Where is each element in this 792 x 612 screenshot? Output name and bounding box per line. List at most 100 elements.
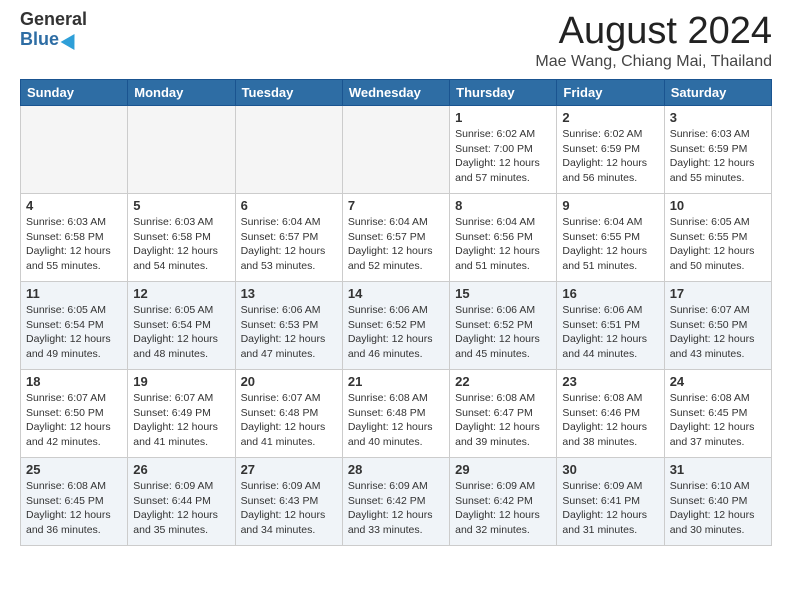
day-info: Sunrise: 6:10 AMSunset: 6:40 PMDaylight:… <box>670 479 766 538</box>
calendar-day: 23 Sunrise: 6:08 AMSunset: 6:46 PMDayligh… <box>557 370 664 458</box>
day-info: Sunrise: 6:08 AMSunset: 6:48 PMDaylight:… <box>348 391 444 450</box>
day-info: Sunrise: 6:03 AMSunset: 6:58 PMDaylight:… <box>133 215 229 274</box>
day-number: 17 <box>670 286 766 301</box>
day-number: 9 <box>562 198 658 213</box>
calendar-day: 7 Sunrise: 6:04 AMSunset: 6:57 PMDaylight… <box>342 194 449 282</box>
calendar-week-5: 25Sunrise: 6:08 AMSunset: 6:45 PMDayligh… <box>21 458 772 546</box>
day-number: 27 <box>241 462 337 477</box>
day-number: 11 <box>26 286 122 301</box>
calendar-day: 28Sunrise: 6:09 AMSunset: 6:42 PMDayligh… <box>342 458 449 546</box>
day-info: Sunrise: 6:06 AMSunset: 6:51 PMDaylight:… <box>562 303 658 362</box>
calendar-day: 13 Sunrise: 6:06 AMSunset: 6:53 PMDayligh… <box>235 282 342 370</box>
day-number: 14 <box>348 286 444 301</box>
calendar-day: 12 Sunrise: 6:05 AMSunset: 6:54 PMDayligh… <box>128 282 235 370</box>
day-info: Sunrise: 6:04 AMSunset: 6:57 PMDaylight:… <box>241 215 337 274</box>
calendar-day: 1 Sunrise: 6:02 AMSunset: 7:00 PMDaylight… <box>450 106 557 194</box>
calendar-day: 5 Sunrise: 6:03 AMSunset: 6:58 PMDaylight… <box>128 194 235 282</box>
day-info: Sunrise: 6:05 AMSunset: 6:55 PMDaylight:… <box>670 215 766 274</box>
calendar-day <box>235 106 342 194</box>
calendar-day: 18 Sunrise: 6:07 AMSunset: 6:50 PMDayligh… <box>21 370 128 458</box>
day-info: Sunrise: 6:07 AMSunset: 6:49 PMDaylight:… <box>133 391 229 450</box>
day-number: 23 <box>562 374 658 389</box>
calendar-header-sunday: Sunday <box>21 80 128 106</box>
calendar-day: 31 Sunrise: 6:10 AMSunset: 6:40 PMDayligh… <box>664 458 771 546</box>
calendar-day: 4 Sunrise: 6:03 AMSunset: 6:58 PMDaylight… <box>21 194 128 282</box>
title-block: August 2024 Mae Wang, Chiang Mai, Thaila… <box>535 10 772 71</box>
day-number: 2 <box>562 110 658 125</box>
calendar-day <box>21 106 128 194</box>
calendar-header-tuesday: Tuesday <box>235 80 342 106</box>
calendar-day: 11Sunrise: 6:05 AMSunset: 6:54 PMDayligh… <box>21 282 128 370</box>
month-title: August 2024 <box>535 10 772 53</box>
day-number: 19 <box>133 374 229 389</box>
page-header: General Blue August 2024 Mae Wang, Chian… <box>20 10 772 71</box>
calendar-header-row: SundayMondayTuesdayWednesdayThursdayFrid… <box>21 80 772 106</box>
calendar-day: 15 Sunrise: 6:06 AMSunset: 6:52 PMDayligh… <box>450 282 557 370</box>
day-info: Sunrise: 6:02 AMSunset: 7:00 PMDaylight:… <box>455 127 551 186</box>
day-number: 7 <box>348 198 444 213</box>
calendar-day: 6 Sunrise: 6:04 AMSunset: 6:57 PMDaylight… <box>235 194 342 282</box>
day-number: 24 <box>670 374 766 389</box>
day-info: Sunrise: 6:04 AMSunset: 6:57 PMDaylight:… <box>348 215 444 274</box>
calendar-day: 16 Sunrise: 6:06 AMSunset: 6:51 PMDayligh… <box>557 282 664 370</box>
calendar-week-3: 11 Sunrise: 6:05 AMSunset: 6:54 PMDayligh… <box>21 282 772 370</box>
calendar-header-friday: Friday <box>557 80 664 106</box>
calendar-table: SundayMondayTuesdayWednesdayThursdayFrid… <box>20 79 772 546</box>
day-number: 15 <box>455 286 551 301</box>
day-info: Sunrise: 6:08 AMSunset: 6:47 PMDaylight:… <box>455 391 551 450</box>
calendar-day: 17Sunrise: 6:07 AMSunset: 6:50 PMDayligh… <box>664 282 771 370</box>
calendar-day: 8 Sunrise: 6:04 AMSunset: 6:56 PMDaylight… <box>450 194 557 282</box>
day-number: 30 <box>562 462 658 477</box>
day-info: Sunrise: 6:06 AMSunset: 6:52 PMDaylight:… <box>455 303 551 362</box>
calendar-day: 19 Sunrise: 6:07 AMSunset: 6:49 PMDayligh… <box>128 370 235 458</box>
day-number: 12 <box>133 286 229 301</box>
day-number: 10 <box>670 198 766 213</box>
calendar-day: 2Sunrise: 6:02 AMSunset: 6:59 PMDaylight… <box>557 106 664 194</box>
day-number: 6 <box>241 198 337 213</box>
day-info: Sunrise: 6:09 AMSunset: 6:42 PMDaylight:… <box>455 479 551 538</box>
day-info: Sunrise: 6:06 AMSunset: 6:52 PMDaylight:… <box>348 303 444 362</box>
day-info: Sunrise: 6:06 AMSunset: 6:53 PMDaylight:… <box>241 303 337 362</box>
day-info: Sunrise: 6:08 AMSunset: 6:45 PMDaylight:… <box>670 391 766 450</box>
logo-triangle-icon <box>61 30 82 50</box>
calendar-day: 24 Sunrise: 6:08 AMSunset: 6:45 PMDayligh… <box>664 370 771 458</box>
calendar-header-wednesday: Wednesday <box>342 80 449 106</box>
day-info: Sunrise: 6:07 AMSunset: 6:48 PMDaylight:… <box>241 391 337 450</box>
calendar-day: 30Sunrise: 6:09 AMSunset: 6:41 PMDayligh… <box>557 458 664 546</box>
day-info: Sunrise: 6:03 AMSunset: 6:59 PMDaylight:… <box>670 127 766 186</box>
calendar-day: 29 Sunrise: 6:09 AMSunset: 6:42 PMDayligh… <box>450 458 557 546</box>
calendar-day: 14 Sunrise: 6:06 AMSunset: 6:52 PMDayligh… <box>342 282 449 370</box>
calendar-day: 20 Sunrise: 6:07 AMSunset: 6:48 PMDayligh… <box>235 370 342 458</box>
day-info: Sunrise: 6:05 AMSunset: 6:54 PMDaylight:… <box>133 303 229 362</box>
day-number: 22 <box>455 374 551 389</box>
day-number: 18 <box>26 374 122 389</box>
day-info: Sunrise: 6:03 AMSunset: 6:58 PMDaylight:… <box>26 215 122 274</box>
day-number: 31 <box>670 462 766 477</box>
calendar-day: 3Sunrise: 6:03 AMSunset: 6:59 PMDaylight… <box>664 106 771 194</box>
day-number: 8 <box>455 198 551 213</box>
day-info: Sunrise: 6:07 AMSunset: 6:50 PMDaylight:… <box>26 391 122 450</box>
calendar-header-saturday: Saturday <box>664 80 771 106</box>
day-number: 29 <box>455 462 551 477</box>
day-number: 1 <box>455 110 551 125</box>
day-number: 20 <box>241 374 337 389</box>
day-number: 5 <box>133 198 229 213</box>
calendar-day <box>128 106 235 194</box>
logo-blue-text: Blue <box>20 30 87 50</box>
calendar-day: 25Sunrise: 6:08 AMSunset: 6:45 PMDayligh… <box>21 458 128 546</box>
calendar-day: 26Sunrise: 6:09 AMSunset: 6:44 PMDayligh… <box>128 458 235 546</box>
calendar-day: 21Sunrise: 6:08 AMSunset: 6:48 PMDayligh… <box>342 370 449 458</box>
day-info: Sunrise: 6:04 AMSunset: 6:56 PMDaylight:… <box>455 215 551 274</box>
calendar-day: 22 Sunrise: 6:08 AMSunset: 6:47 PMDayligh… <box>450 370 557 458</box>
day-info: Sunrise: 6:04 AMSunset: 6:55 PMDaylight:… <box>562 215 658 274</box>
calendar-week-1: 1 Sunrise: 6:02 AMSunset: 7:00 PMDaylight… <box>21 106 772 194</box>
calendar-day: 9 Sunrise: 6:04 AMSunset: 6:55 PMDaylight… <box>557 194 664 282</box>
calendar-week-4: 18 Sunrise: 6:07 AMSunset: 6:50 PMDayligh… <box>21 370 772 458</box>
logo-general-text: General <box>20 10 87 30</box>
day-info: Sunrise: 6:09 AMSunset: 6:42 PMDaylight:… <box>348 479 444 538</box>
day-number: 13 <box>241 286 337 301</box>
day-number: 4 <box>26 198 122 213</box>
day-number: 16 <box>562 286 658 301</box>
day-info: Sunrise: 6:08 AMSunset: 6:46 PMDaylight:… <box>562 391 658 450</box>
day-info: Sunrise: 6:08 AMSunset: 6:45 PMDaylight:… <box>26 479 122 538</box>
